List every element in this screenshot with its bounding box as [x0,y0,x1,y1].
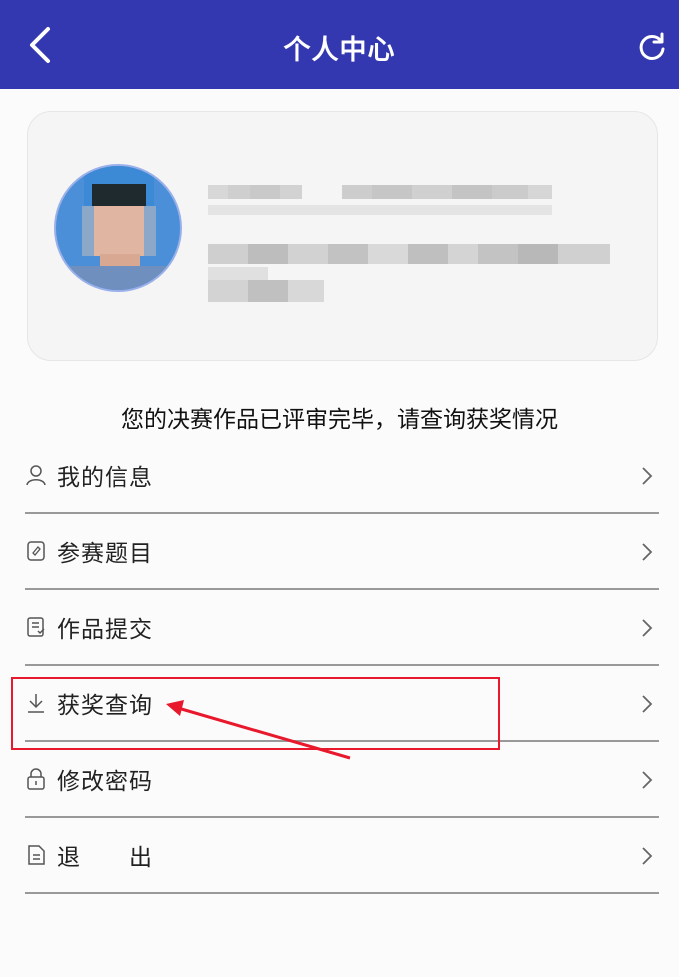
award-notice: 您的决赛作品已评审完毕，请查询获奖情况 [121,407,558,433]
document-icon [27,541,45,561]
profile-card [27,111,658,361]
menu-item-submit-work[interactable]: 作品提交 [25,590,659,666]
chevron-right-icon [642,695,653,713]
user-avatar [54,164,182,292]
submit-icon [27,617,45,637]
chevron-right-icon [642,619,653,637]
chevron-right-icon [642,467,653,485]
menu-list: 我的信息 参赛题目 作品提交 获奖查询 修改密码 退 出 [25,438,659,894]
page-title: 个人中心 [283,35,396,66]
menu-label: 修改密码 [57,769,153,795]
user-icon [26,465,46,486]
menu-item-my-info[interactable]: 我的信息 [25,438,659,514]
menu-label: 参赛题目 [57,541,153,567]
top-nav-bar: 个人中心 [0,0,679,89]
menu-label: 作品提交 [57,617,153,643]
chevron-right-icon [642,771,653,789]
chevron-right-icon [642,847,653,865]
menu-label: 退 出 [57,845,153,871]
menu-item-topic[interactable]: 参赛题目 [25,514,659,590]
chevron-right-icon [642,543,653,561]
menu-item-logout[interactable]: 退 出 [25,818,659,894]
annotation-arrow-icon [166,700,351,760]
refresh-icon[interactable] [637,32,667,62]
lock-icon [27,768,45,790]
menu-label: 我的信息 [57,465,153,491]
logout-icon [28,845,45,865]
